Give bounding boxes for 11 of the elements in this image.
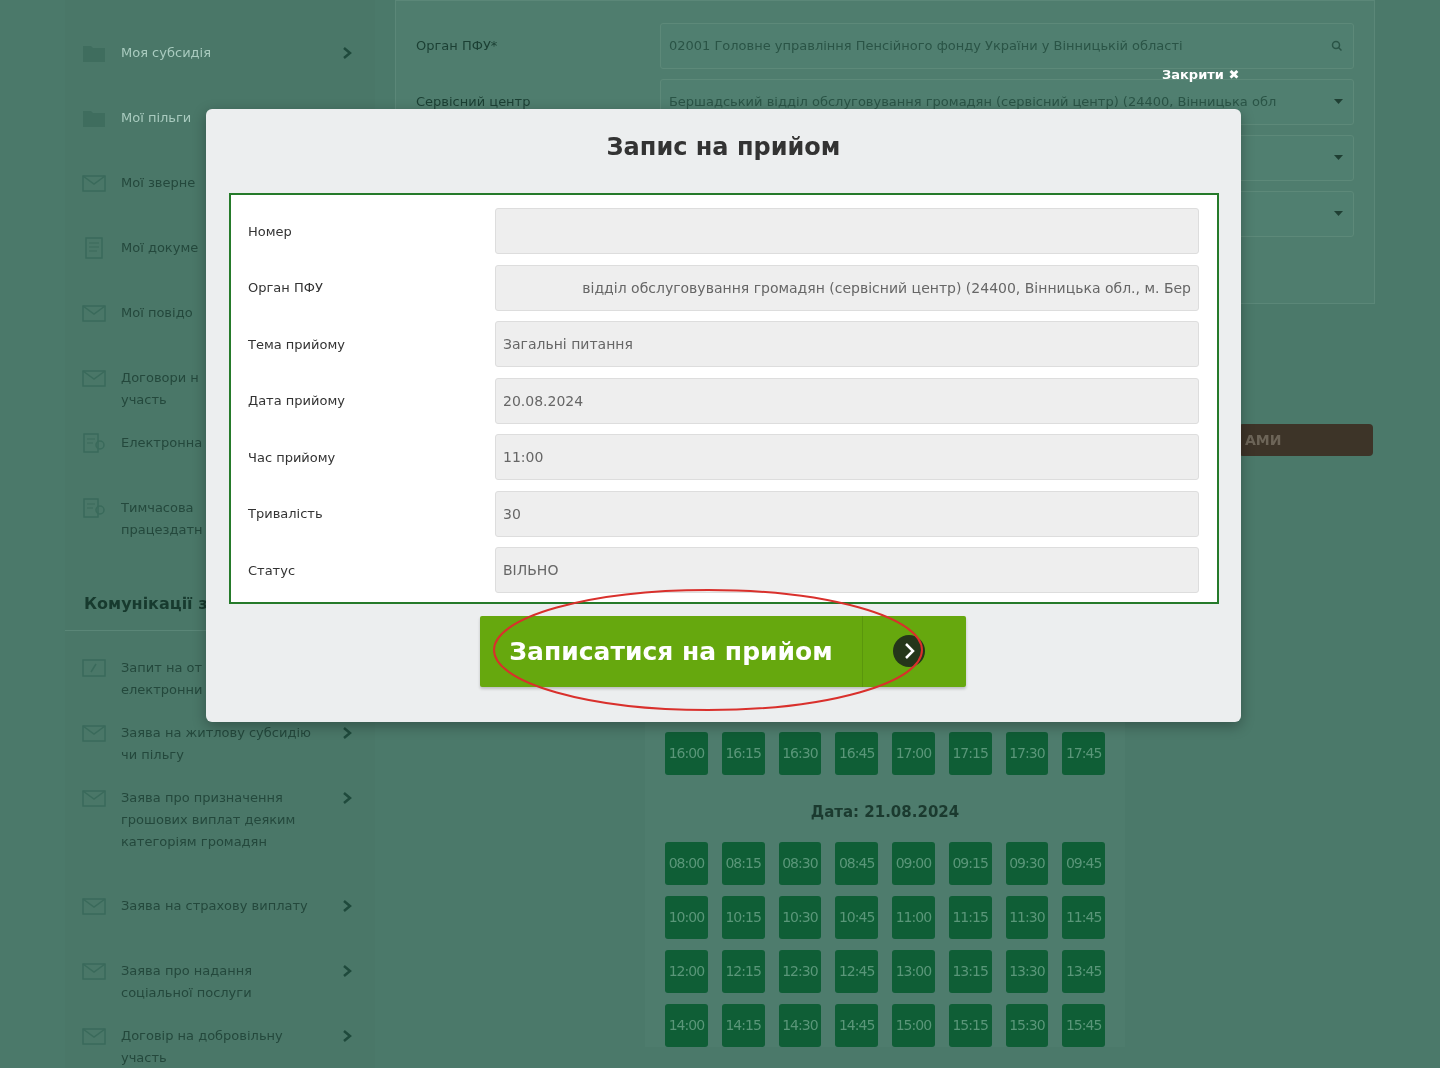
field-label: Сервісний центр — [416, 93, 532, 112]
field-label: Час прийому — [248, 448, 337, 467]
field-label: Тривалість — [248, 505, 324, 523]
field-label: Орган ПФУ* — [416, 37, 499, 56]
modal-title: Запис на прийом — [606, 133, 841, 161]
field-label: Орган ПФУ — [248, 279, 324, 297]
date-heading: Дата: 21.08.2024 — [809, 802, 961, 823]
field-label: Дата прийому — [248, 392, 346, 410]
field-label: Номер — [248, 222, 293, 241]
field-label: Статус — [248, 561, 297, 580]
field-label: Тема прийому — [248, 335, 346, 354]
